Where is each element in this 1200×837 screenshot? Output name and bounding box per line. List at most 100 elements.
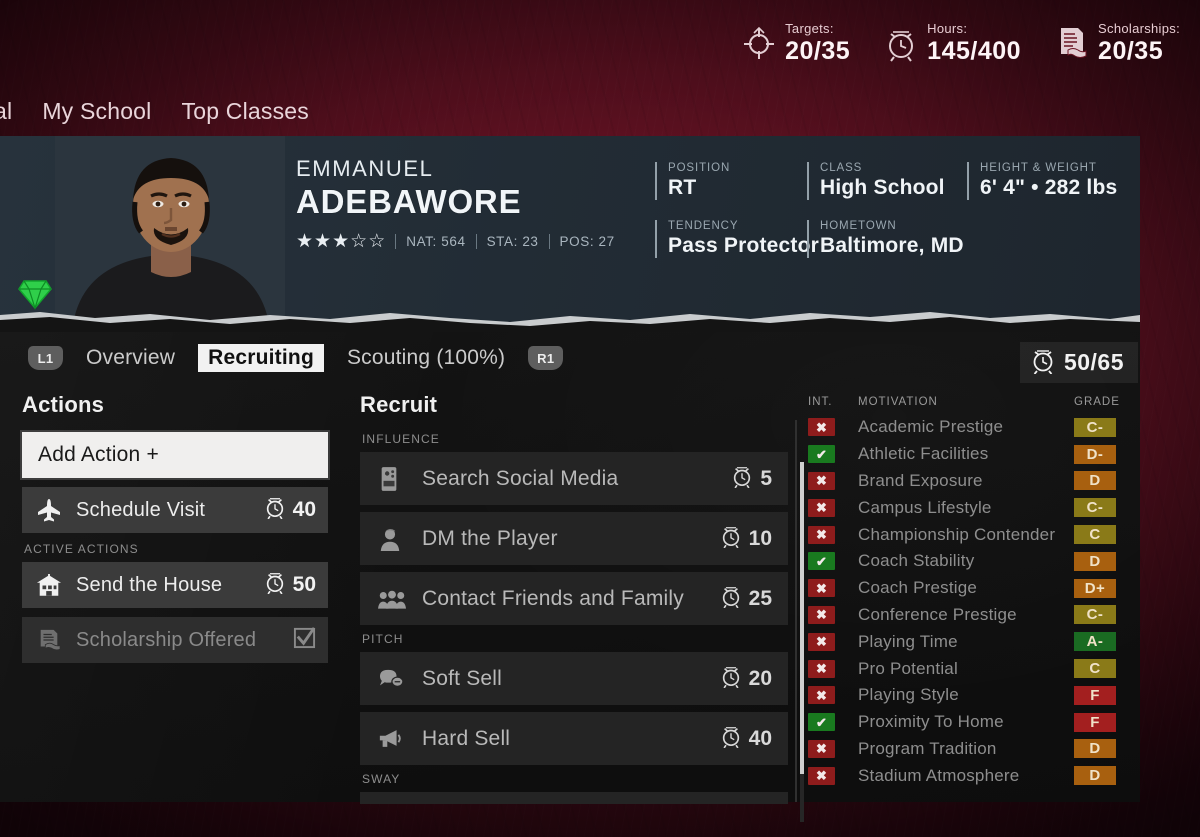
column-header-interest: INT. — [808, 396, 833, 408]
stat-label: Scholarships: — [1098, 21, 1180, 36]
attribute-class: CLASS High School — [807, 162, 967, 200]
motivation-name: Coach Stability — [858, 551, 975, 571]
interest-yes-icon: ✔ — [808, 445, 835, 464]
interest-no-icon: ✖ — [808, 686, 835, 705]
alarm-clock-icon — [731, 464, 753, 494]
tab-scouting[interactable]: Scouting (100%) — [337, 344, 515, 372]
recruit-action-label: Hard Sell — [422, 726, 511, 750]
action-send-the-house[interactable]: Send the House 50 — [22, 562, 328, 608]
recruit-cost-value: 10 — [748, 526, 772, 550]
remaining-hours-badge: 50/65 — [1019, 342, 1138, 383]
recruit-scrollbar-thumb[interactable] — [800, 462, 804, 774]
action-scholarship-offered[interactable]: Scholarship Offered — [22, 617, 328, 663]
action-cost: 40 — [264, 495, 316, 525]
interest-no-icon: ✖ — [808, 579, 835, 598]
motivation-name: Pro Potential — [858, 658, 958, 678]
interest-no-icon: ✖ — [808, 632, 835, 651]
attribute-value: 6' 4" • 282 lbs — [980, 176, 1118, 199]
recruit-action-cost: 20 — [720, 664, 772, 694]
recruit-action-label: Contact Friends and Family — [422, 586, 684, 610]
action-schedule-visit[interactable]: Schedule Visit 40 — [22, 487, 328, 533]
motivation-grade-badge: F — [1074, 712, 1116, 732]
column-header-grade: GRADE — [1074, 396, 1120, 408]
alarm-clock-icon — [720, 724, 742, 754]
rank-state: STA: 23 — [486, 234, 539, 249]
panel-divider — [795, 420, 797, 802]
alarm-clock-icon — [884, 24, 918, 62]
tab-recruiting[interactable]: Recruiting — [198, 344, 324, 372]
attribute-position: POSITION RT — [655, 162, 807, 200]
torn-paper-edge — [0, 306, 1140, 332]
motivation-grade-badge: D- — [1074, 444, 1116, 464]
motivation-grade-badge: F — [1074, 685, 1116, 705]
add-action-button[interactable]: Add Action + — [22, 432, 328, 478]
recruit-action-dm-the-player[interactable]: DM the Player 10 — [360, 512, 788, 565]
nav-tab-my-school[interactable]: My School — [42, 98, 151, 125]
recruit-action-hard-sell[interactable]: Hard Sell 40 — [360, 712, 788, 765]
recruit-cost-value: 20 — [748, 666, 772, 690]
interest-yes-icon: ✔ — [808, 713, 835, 732]
motivation-grade-badge: D — [1074, 739, 1116, 759]
divider — [548, 234, 550, 249]
right-bumper-icon[interactable]: R1 — [528, 346, 564, 370]
alarm-clock-icon — [264, 570, 286, 600]
motivation-grade-badge: C — [1074, 659, 1116, 679]
recruit-action-label: Search Social Media — [422, 466, 619, 490]
tab-overview[interactable]: Overview — [76, 344, 185, 372]
motivation-row: ✖ Pro Potential C — [808, 655, 1118, 682]
motivation-row: ✖ Stadium Atmosphere D — [808, 762, 1118, 789]
recruit-action-cost: 10 — [720, 524, 772, 554]
attribute-hometown: HOMETOWN Baltimore, MD — [807, 220, 967, 258]
motivation-grade-badge: D+ — [1074, 578, 1116, 598]
interest-glyph: ✔ — [816, 553, 827, 569]
phone-social-icon — [378, 466, 410, 492]
divider — [475, 234, 477, 249]
nav-tab-top-classes[interactable]: Top Classes — [182, 98, 309, 125]
action-label: Send the House — [76, 573, 223, 596]
action-label: Scholarship Offered — [76, 628, 257, 651]
nav-tab-national[interactable]: al — [0, 98, 12, 125]
attribute-value: High School — [820, 176, 945, 199]
left-bumper-icon[interactable]: L1 — [28, 346, 63, 370]
motivation-row: ✖ Coach Prestige D+ — [808, 575, 1118, 602]
recruit-action-search-social-media[interactable]: Search Social Media 5 — [360, 452, 788, 505]
stat-value: 20/35 — [1098, 37, 1164, 65]
scholarship-icon — [36, 628, 64, 652]
interest-glyph: ✖ — [816, 500, 827, 516]
action-cost: 50 — [264, 570, 316, 600]
interest-glyph: ✖ — [816, 687, 827, 703]
section-header-pitch: PITCH — [362, 632, 404, 646]
rank-position: POS: 27 — [559, 234, 615, 249]
motivation-row: ✖ Conference Prestige C- — [808, 602, 1118, 629]
recruit-action-contact-friends-and-family[interactable]: Contact Friends and Family 25 — [360, 572, 788, 625]
action-cost-value: 40 — [292, 498, 316, 521]
alarm-clock-icon — [720, 524, 742, 554]
target-icon — [742, 24, 776, 62]
megaphone-icon — [378, 728, 410, 749]
speech-bubble-icon — [378, 668, 410, 690]
attribute-key: HEIGHT & WEIGHT — [980, 162, 1097, 174]
motivation-grade-badge: C — [1074, 525, 1116, 545]
recruit-cost-value: 25 — [748, 586, 772, 610]
stat-scholarships: Scholarships: 20/35 — [1055, 22, 1180, 64]
recruit-scrollbar-track[interactable] — [800, 462, 804, 822]
interest-glyph: ✖ — [816, 661, 827, 677]
motivation-name: Academic Prestige — [858, 417, 1004, 437]
recruit-action-label: DM the Player — [422, 526, 558, 550]
section-tab-strip: L1 Overview Recruiting Scouting (100%) R… — [28, 344, 564, 372]
interest-no-icon: ✖ — [808, 471, 835, 490]
divider — [395, 234, 397, 249]
player-portrait — [55, 136, 285, 322]
recruit-action-soft-sell[interactable]: Soft Sell 20 — [360, 652, 788, 705]
recruit-action-cost: 25 — [720, 584, 772, 614]
game-screen: Targets: 20/35 Hours: 145/400 Scholarshi… — [0, 0, 1200, 837]
interest-no-icon: ✖ — [808, 525, 835, 544]
stat-label: Targets: — [785, 21, 834, 36]
attribute-height-weight: HEIGHT & WEIGHT 6' 4" • 282 lbs — [967, 162, 1117, 200]
motivation-row: ✖ Program Tradition D — [808, 736, 1118, 763]
star-filled: ★ — [332, 231, 350, 252]
recruit-action-partial[interactable] — [360, 792, 788, 804]
motivation-row: ✖ Campus Lifestyle C- — [808, 494, 1118, 521]
player-identity: EMMANUEL ADEBAWORE ★ ★ ★ ☆ ☆ NAT: 564 ST… — [296, 156, 615, 251]
interest-no-icon: ✖ — [808, 659, 835, 678]
